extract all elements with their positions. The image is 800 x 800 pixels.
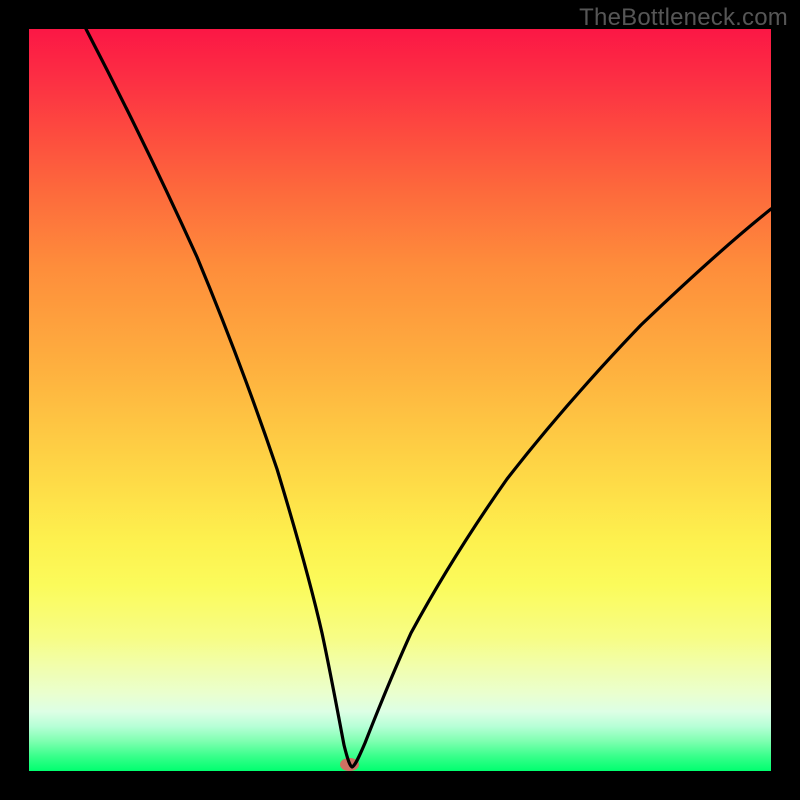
- plot-area: [29, 29, 771, 771]
- watermark-text: TheBottleneck.com: [579, 4, 788, 32]
- curve-path: [86, 29, 771, 767]
- chart-frame: TheBottleneck.com: [0, 0, 800, 800]
- bottleneck-curve: [29, 29, 771, 771]
